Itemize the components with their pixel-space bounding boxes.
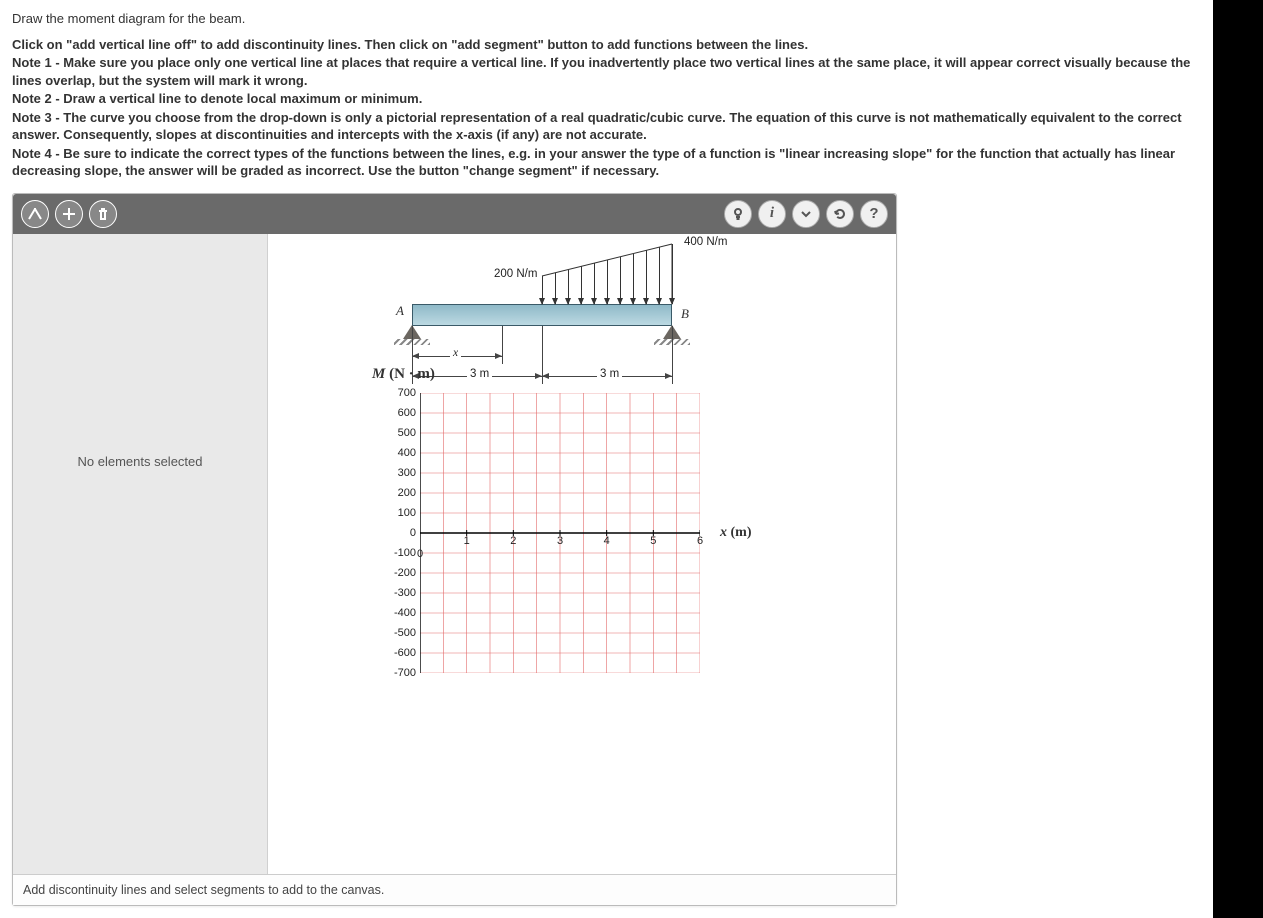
ytick-n600: -600: [378, 647, 416, 659]
xtick-0: 0: [417, 548, 423, 560]
ytick-n300: -300: [378, 587, 416, 599]
editor-toolbar: i ?: [13, 194, 896, 234]
beam-figure: 200 N/m 400 N/m A B x: [412, 304, 752, 326]
instruction-note2: Note 2 - Draw a vertical line to denote …: [12, 90, 1201, 108]
ytick-400: 400: [378, 447, 416, 459]
graph-xlabel: x (m): [720, 525, 752, 541]
xtick-4: 4: [604, 535, 610, 547]
add-segment-button[interactable]: [55, 200, 83, 228]
ytick-300: 300: [378, 467, 416, 479]
load-label-right: 400 N/m: [684, 236, 727, 248]
reset-button[interactable]: [826, 200, 854, 228]
ytick-100: 100: [378, 507, 416, 519]
label-a: A: [396, 303, 404, 319]
xtick-3: 3: [557, 535, 563, 547]
ytick-n400: -400: [378, 607, 416, 619]
ytick-200: 200: [378, 487, 416, 499]
hint-button[interactable]: [724, 200, 752, 228]
ytick-n200: -200: [378, 567, 416, 579]
ytick-700: 700: [378, 387, 416, 399]
instruction-note3: Note 3 - The curve you choose from the d…: [12, 109, 1201, 144]
label-b: B: [681, 306, 689, 322]
ytick-0: 0: [378, 527, 416, 539]
instructions-block: Draw the moment diagram for the beam. Cl…: [0, 0, 1213, 193]
no-selection-text: No elements selected: [77, 454, 202, 469]
ytick-n100: -100: [378, 547, 416, 559]
right-gutter: [1213, 0, 1263, 918]
ytick-500: 500: [378, 427, 416, 439]
xtick-6: 6: [697, 535, 703, 547]
graph-grid[interactable]: [420, 393, 700, 673]
ytick-n500: -500: [378, 627, 416, 639]
info-button[interactable]: i: [758, 200, 786, 228]
ytick-n700: -700: [378, 667, 416, 679]
xtick-2: 2: [510, 535, 516, 547]
graph-ylabel: M (N · m): [372, 366, 772, 383]
instruction-line1: Click on "add vertical line off" to add …: [12, 36, 1201, 54]
beam-body: [412, 304, 672, 326]
status-text: Add discontinuity lines and select segme…: [23, 883, 384, 897]
xtick-5: 5: [650, 535, 656, 547]
instruction-note4: Note 4 - Be sure to indicate the correct…: [12, 145, 1201, 180]
delete-button[interactable]: [89, 200, 117, 228]
add-vertical-line-button[interactable]: [21, 200, 49, 228]
canvas-area[interactable]: 200 N/m 400 N/m A B x: [268, 234, 896, 874]
instruction-title: Draw the moment diagram for the beam.: [12, 10, 1201, 28]
diagram-editor: i ? No elements selected: [12, 193, 897, 906]
status-bar: Add discontinuity lines and select segme…: [13, 874, 896, 905]
selection-panel: No elements selected: [13, 234, 268, 874]
dim-x-label: x: [450, 347, 461, 359]
dropdown-button[interactable]: [792, 200, 820, 228]
load-label-left: 200 N/m: [494, 268, 537, 280]
ytick-600: 600: [378, 407, 416, 419]
moment-graph[interactable]: M (N · m): [372, 366, 772, 673]
help-button[interactable]: ?: [860, 200, 888, 228]
xtick-1: 1: [464, 535, 470, 547]
instruction-note1: Note 1 - Make sure you place only one ve…: [12, 54, 1201, 89]
